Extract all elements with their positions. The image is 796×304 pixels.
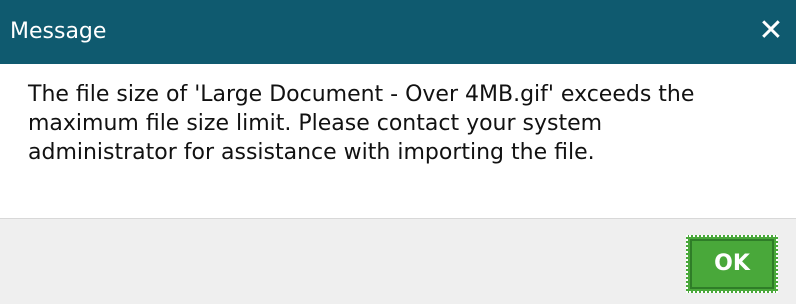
close-icon[interactable]: ✕ [756,15,786,47]
dialog-content: The file size of 'Large Document - Over … [0,64,796,219]
message-dialog: Message ✕ The file size of 'Large Docume… [0,0,796,304]
ok-button[interactable]: OK [686,235,778,293]
dialog-footer: OK [0,219,796,304]
dialog-titlebar: Message ✕ [0,0,796,64]
dialog-title: Message [10,19,107,44]
dialog-message: The file size of 'Large Document - Over … [28,82,695,165]
